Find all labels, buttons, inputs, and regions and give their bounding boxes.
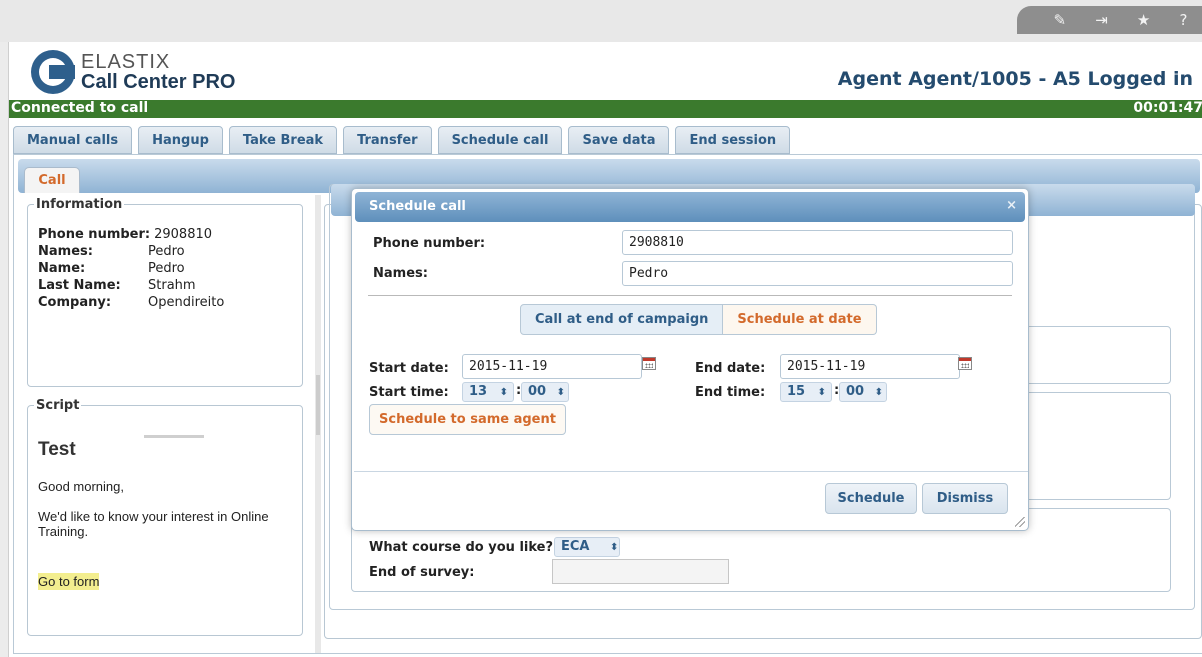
- select-arrows-icon: ⬍: [874, 387, 884, 398]
- schedule-to-same-agent-button[interactable]: Schedule to same agent: [369, 404, 566, 435]
- end-date-label: End date:: [695, 361, 766, 376]
- survey-question-label: What course do you like?:: [369, 540, 559, 555]
- resize-grip-icon[interactable]: [1015, 517, 1025, 527]
- start-date-field[interactable]: 2015-11-19: [462, 354, 642, 379]
- script-greeting: Good morning,: [38, 479, 124, 494]
- information-list: Phone number: 2908810 Names: Pedro Name:…: [38, 226, 224, 311]
- take-break-button[interactable]: Take Break: [228, 126, 338, 154]
- top-icon-bar: ✎ ⇥ ★ ?: [1017, 6, 1202, 34]
- vertical-splitter[interactable]: [315, 195, 321, 653]
- logo-text: ELASTIX Call Center PRO: [81, 52, 235, 92]
- tab-schedule-at-date[interactable]: Schedule at date: [723, 304, 877, 335]
- transfer-button[interactable]: Transfer: [343, 126, 432, 154]
- exit-icon[interactable]: ⇥: [1095, 11, 1108, 29]
- info-row-phone: Phone number: 2908810: [38, 226, 224, 243]
- info-row-last-name: Last Name: Strahm: [38, 277, 224, 294]
- script-title: Test: [38, 439, 76, 460]
- app: ELASTIX Call Center PRO Agent Agent/1005…: [8, 42, 1202, 657]
- schedule-call-dialog: Schedule call × Phone number: 2908810 Na…: [351, 188, 1029, 531]
- dialog-separator: [368, 295, 1012, 296]
- start-minute-select[interactable]: 00 ⬍: [521, 382, 569, 402]
- info-label: Company:: [38, 295, 112, 310]
- information-legend: Information: [36, 197, 123, 212]
- help-icon[interactable]: ?: [1179, 11, 1187, 29]
- tab-call-at-end-of-campaign[interactable]: Call at end of campaign: [520, 304, 724, 335]
- star-icon[interactable]: ★: [1137, 11, 1150, 29]
- end-minute-value: 00: [846, 384, 865, 399]
- info-label: Name:: [38, 261, 86, 276]
- info-label: Names:: [38, 244, 93, 259]
- top-strip: ✎ ⇥ ★ ?: [0, 0, 1202, 42]
- phone-number-label: Phone number:: [373, 236, 486, 251]
- form-section: [1025, 326, 1171, 384]
- dialog-footer-separator: [354, 471, 1028, 472]
- dialog-titlebar[interactable]: Schedule call ×: [355, 192, 1025, 222]
- info-row-names: Names: Pedro: [38, 243, 224, 260]
- calendar-icon[interactable]: [642, 357, 656, 370]
- info-value: Pedro: [148, 244, 185, 259]
- start-date-label: Start date:: [369, 361, 449, 376]
- names-field[interactable]: Pedro: [622, 261, 1013, 286]
- schedule-call-button[interactable]: Schedule call: [437, 126, 563, 154]
- start-hour-select[interactable]: 13 ⬍: [462, 382, 514, 402]
- edit-icon[interactable]: ✎: [1054, 11, 1067, 29]
- end-hour-select[interactable]: 15 ⬍: [780, 382, 832, 402]
- call-status-bar: Connected to call 00:01:47: [9, 100, 1202, 118]
- agent-status: Agent Agent/1005 - A5 Logged in: [837, 68, 1193, 90]
- start-time-label: Start time:: [369, 385, 449, 400]
- info-value: Strahm: [148, 278, 196, 293]
- manual-calls-button[interactable]: Manual calls: [13, 126, 133, 154]
- end-of-survey-field[interactable]: [552, 559, 729, 584]
- hangup-button[interactable]: Hangup: [138, 126, 223, 154]
- script-body: We'd like to know your interest in Onlin…: [38, 509, 269, 539]
- tab-call[interactable]: Call: [24, 167, 80, 193]
- names-label: Names:: [373, 266, 428, 281]
- calendar-icon[interactable]: [958, 357, 972, 370]
- toolbar: Manual calls Hangup Take Break Transfer …: [13, 126, 796, 154]
- end-minute-select[interactable]: 00 ⬍: [839, 382, 887, 402]
- phone-number-field[interactable]: 2908810: [622, 230, 1013, 255]
- dismiss-button[interactable]: Dismiss: [922, 483, 1008, 514]
- elastix-logo-icon: [31, 50, 75, 94]
- call-status-text: Connected to call: [11, 100, 149, 116]
- end-date-field[interactable]: 2015-11-19: [780, 354, 960, 379]
- schedule-mode-tabs: Call at end of campaign Schedule at date: [520, 304, 877, 335]
- form-section: [1025, 392, 1171, 500]
- start-hour-value: 13: [469, 384, 488, 399]
- select-arrows-icon: ⬍: [499, 387, 509, 398]
- select-arrows-icon: ⬍: [610, 542, 619, 553]
- course-select[interactable]: ECA ⬍: [554, 537, 620, 557]
- start-minute-value: 00: [528, 384, 547, 399]
- end-of-survey-label: End of survey:: [369, 565, 475, 580]
- info-value: Opendireito: [148, 295, 225, 310]
- course-select-value: ECA: [561, 539, 590, 554]
- script-legend: Script: [36, 398, 80, 413]
- end-session-button[interactable]: End session: [675, 126, 791, 154]
- logo-top-text: ELASTIX: [81, 51, 171, 73]
- logo: ELASTIX Call Center PRO: [31, 50, 235, 94]
- info-value: Pedro: [148, 261, 185, 276]
- header: ELASTIX Call Center PRO Agent Agent/1005…: [9, 42, 1202, 100]
- dialog-title: Schedule call: [369, 199, 466, 214]
- info-phone-value: 2908810: [154, 227, 213, 242]
- select-arrows-icon: ⬍: [556, 387, 566, 398]
- info-row-company: Company: Opendireito: [38, 294, 224, 311]
- save-data-button[interactable]: Save data: [568, 126, 670, 154]
- go-to-form-link[interactable]: Go to form: [38, 573, 100, 590]
- logo-bottom-text: Call Center PRO: [81, 71, 236, 93]
- info-phone-label: Phone number:: [38, 227, 151, 242]
- end-time-label: End time:: [695, 385, 766, 400]
- call-timer: 00:01:47: [1133, 100, 1202, 116]
- schedule-button[interactable]: Schedule: [825, 483, 917, 514]
- close-icon[interactable]: ×: [1006, 198, 1017, 213]
- end-hour-value: 15: [787, 384, 806, 399]
- information-box: Information Phone number: 2908810 Names:…: [27, 197, 303, 387]
- script-box: Script Test Good morning, We'd like to k…: [27, 398, 303, 636]
- info-row-name: Name: Pedro: [38, 260, 224, 277]
- select-arrows-icon: ⬍: [817, 387, 827, 398]
- info-label: Last Name:: [38, 278, 121, 293]
